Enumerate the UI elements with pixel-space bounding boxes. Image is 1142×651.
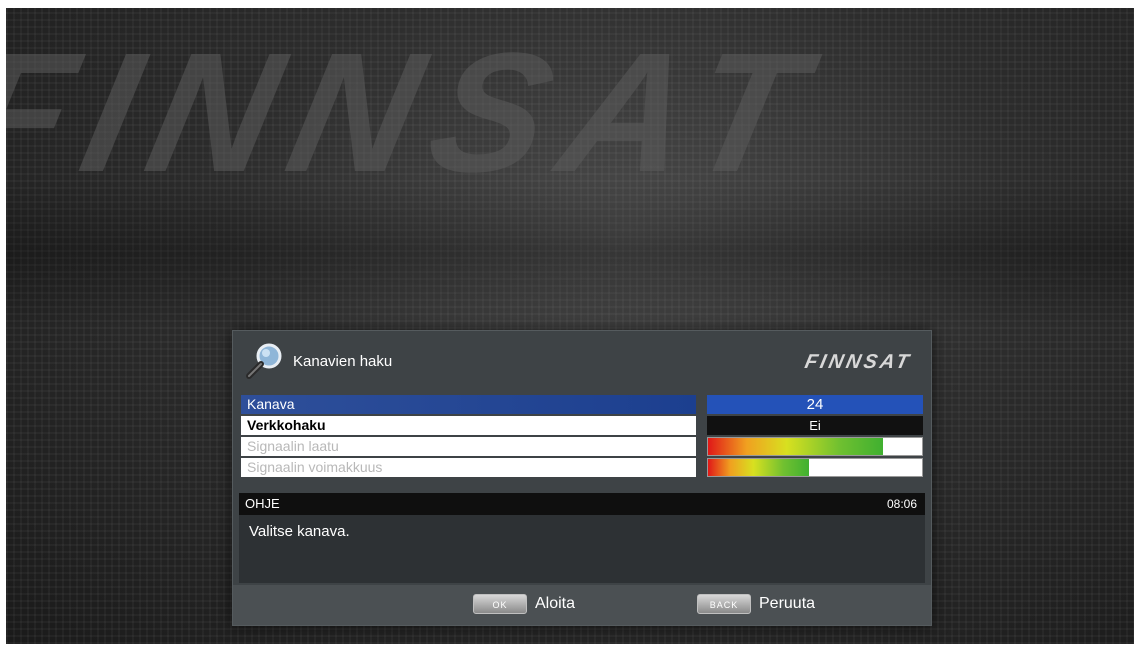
- brand-logo: FINNSAT: [802, 351, 914, 373]
- dialog-footer: OK Aloita BACK Peruuta: [233, 585, 931, 625]
- start-label: Aloita: [535, 595, 576, 612]
- row-channel-value[interactable]: 24: [707, 395, 923, 414]
- dialog-title: Kanavien haku: [293, 353, 393, 370]
- ok-key-button[interactable]: OK: [473, 594, 527, 614]
- row-network-search-value[interactable]: Ei: [707, 416, 923, 435]
- row-network-search-label[interactable]: Verkkohaku: [241, 416, 696, 435]
- channel-search-dialog: Kanavien haku FINNSAT Kanava 24 Verkkoha…: [232, 330, 932, 626]
- background-logo: FINNSAT: [6, 18, 837, 208]
- search-icon: [246, 343, 282, 379]
- signal-strength-bar: [707, 458, 923, 477]
- help-clock: 08:06: [886, 497, 917, 511]
- tv-screen: FINNSAT Kanavien haku FINNSAT Kanava 24 …: [6, 8, 1134, 644]
- back-key-button[interactable]: BACK: [697, 594, 751, 614]
- help-body: Valitse kanava.: [239, 515, 925, 583]
- signal-quality-bar: [707, 437, 923, 456]
- background-band: [6, 178, 1134, 328]
- help-header: OHJE 08:06: [239, 493, 925, 515]
- cancel-label: Peruuta: [759, 595, 816, 612]
- dialog-header: Kanavien haku FINNSAT: [233, 331, 931, 393]
- help-title: OHJE: [245, 496, 280, 511]
- signal-quality-fill: [708, 438, 884, 455]
- help-text: Valitse kanava.: [249, 523, 350, 540]
- row-signal-quality-label: Signaalin laatu: [241, 437, 696, 456]
- row-channel-label[interactable]: Kanava: [241, 395, 696, 414]
- row-signal-strength-label: Signaalin voimakkuus: [241, 458, 696, 477]
- signal-strength-fill: [708, 459, 809, 476]
